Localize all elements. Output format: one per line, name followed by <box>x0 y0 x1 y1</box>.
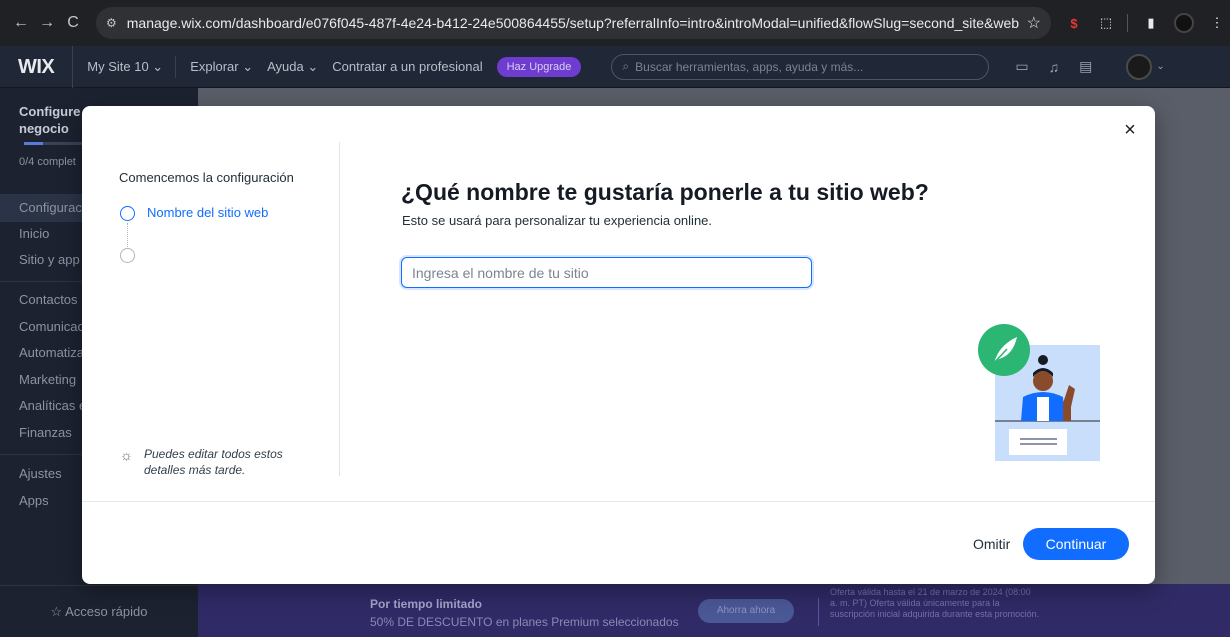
illustration-head <box>1033 371 1053 391</box>
promo-note: Oferta válida hasta el 21 de marzo de 20… <box>830 587 1040 619</box>
skip-button[interactable]: Omitir <box>973 536 1010 552</box>
steps-title: Comencemos la configuración <box>119 170 294 185</box>
setup-modal: × Comencemos la configuración Nombre del… <box>82 106 1155 584</box>
sidebar-item-apps[interactable]: Apps <box>19 493 49 508</box>
site-name-input[interactable] <box>401 257 812 288</box>
notifications-bell-icon[interactable]: ♫ <box>1049 59 1060 75</box>
profile-avatar[interactable] <box>1174 13 1194 33</box>
wix-logo[interactable]: WIX <box>0 45 74 88</box>
sidebar-item-analytics[interactable]: Analíticas e <box>19 398 86 413</box>
chevron-down-icon[interactable]: ⌄ <box>1156 61 1164 72</box>
sidebar-item-site-app[interactable]: Sitio y app <box>19 252 80 267</box>
search-placeholder: Buscar herramientas, apps, ayuda y más..… <box>635 59 864 74</box>
sidebar-item-contacts[interactable]: Contactos <box>19 292 78 307</box>
dashboard-search[interactable]: ⌕ Buscar herramientas, apps, ayuda y más… <box>611 53 990 80</box>
search-icon: ⌕ <box>622 59 630 73</box>
wix-top-bar: WIX My Site 10 ⌄ Explorar ⌄ Ayuda ⌄ Cont… <box>0 45 1230 88</box>
quick-access-button[interactable]: ☆ Acceso rápido <box>0 585 198 637</box>
reload-icon[interactable]: C <box>60 14 86 32</box>
promo-save-button[interactable]: Ahorra ahora <box>698 599 794 623</box>
url-text[interactable]: manage.wix.com/dashboard/e076f045-487f-4… <box>127 15 1019 31</box>
setup-title[interactable]: Configure negocio <box>19 103 80 137</box>
sidebar-item-communications[interactable]: Comunicac <box>19 319 84 334</box>
promo-banner: Por tiempo limitado 50% DE DESCUENTO en … <box>198 584 1230 637</box>
promo-divider <box>818 598 819 626</box>
sidebar-item-home[interactable]: Inicio <box>19 226 49 241</box>
promo-title: Por tiempo limitado <box>370 597 483 611</box>
sidebar-item-settings[interactable]: Ajustes <box>19 466 62 481</box>
site-selector[interactable]: My Site 10 ⌄ <box>87 59 163 75</box>
illustration-hair-bun <box>1038 355 1048 365</box>
toolbar-divider <box>1127 14 1128 32</box>
illustration-card <box>1009 429 1067 455</box>
topbar-divider <box>175 55 177 78</box>
setup-progress-text: 0/4 complet <box>19 156 76 168</box>
person-illustration <box>978 324 1100 461</box>
back-icon[interactable]: ← <box>8 14 34 32</box>
continue-button[interactable]: Continuar <box>1023 528 1129 560</box>
setup-progress-fill <box>24 142 44 145</box>
illustration-shirt <box>1037 397 1049 421</box>
modal-heading: ¿Qué nombre te gustaría ponerle a tu sit… <box>401 179 929 205</box>
address-bar[interactable]: ⚙ manage.wix.com/dashboard/e076f045-487f… <box>96 7 1051 39</box>
sidebar-item-finances[interactable]: Finanzas <box>19 425 72 440</box>
step-current-indicator <box>120 206 135 221</box>
step-next-indicator <box>120 248 135 263</box>
extensions-puzzle-icon[interactable]: ⬚ <box>1097 14 1115 32</box>
sidebar-item-automations[interactable]: Automatiza <box>19 345 84 360</box>
user-avatar[interactable] <box>1126 53 1153 80</box>
extension-icon[interactable]: $ <box>1065 14 1083 32</box>
help-menu[interactable]: Ayuda ⌄ <box>267 59 318 75</box>
explore-menu[interactable]: Explorar ⌄ <box>190 59 253 75</box>
modal-footer-divider <box>82 501 1155 502</box>
side-panel-icon[interactable]: ▮ <box>1142 14 1160 32</box>
step-site-name[interactable]: Nombre del sitio web <box>147 205 268 220</box>
inbox-icon[interactable]: ▤ <box>1079 58 1092 75</box>
setup-steps-panel: Comencemos la configuración Nombre del s… <box>82 142 340 477</box>
promo-subtitle: 50% DE DESCUENTO en planes Premium selec… <box>370 615 679 629</box>
close-icon[interactable]: × <box>1120 120 1140 140</box>
modal-description: Esto se usará para personalizar tu exper… <box>402 213 713 228</box>
lightbulb-icon: ☼ <box>120 447 133 463</box>
tip-text: Puedes editar todos estos detalles más t… <box>144 447 283 477</box>
chat-icon[interactable]: ▭ <box>1015 58 1028 75</box>
step-connector <box>127 223 128 247</box>
browser-menu-icon[interactable]: ⋮ <box>1208 14 1226 32</box>
site-info-icon[interactable]: ⚙ <box>106 16 117 30</box>
browser-toolbar: ← → C ⚙ manage.wix.com/dashboard/e076f04… <box>0 0 1230 46</box>
bookmark-star-icon[interactable]: ☆ <box>1027 13 1041 33</box>
hire-professional-link[interactable]: Contratar a un profesional <box>332 59 482 74</box>
forward-icon[interactable]: → <box>34 14 60 32</box>
upgrade-button[interactable]: Haz Upgrade <box>496 56 582 77</box>
sidebar-item-marketing[interactable]: Marketing <box>19 372 76 387</box>
